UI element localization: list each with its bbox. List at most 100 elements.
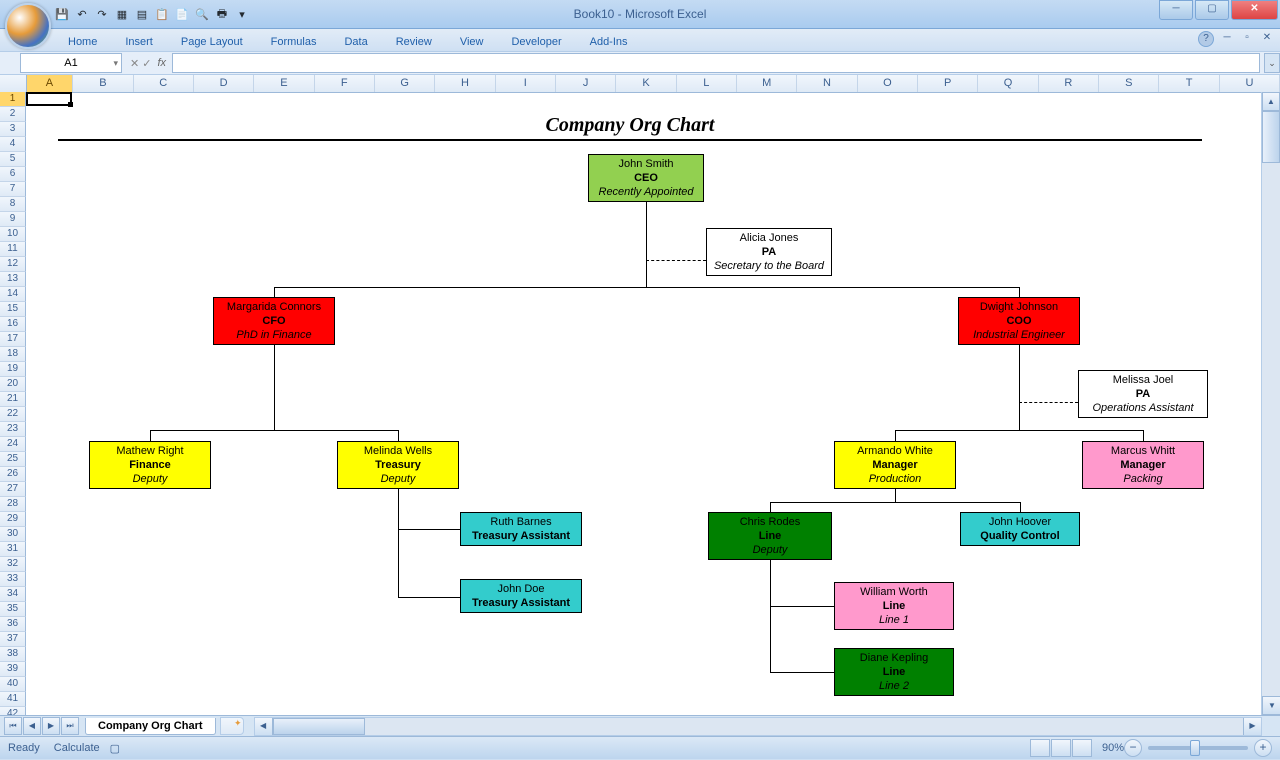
column-header[interactable]: A [27, 75, 74, 92]
row-header[interactable]: 38 [0, 647, 26, 662]
scrollbar-thumb[interactable] [1262, 111, 1280, 163]
org-node-mgrprod[interactable]: Armando WhiteManagerProduction [834, 441, 956, 489]
column-header[interactable]: D [194, 75, 254, 92]
tab-insert[interactable]: Insert [111, 33, 167, 51]
org-node-line2[interactable]: William WorthLineLine 1 [834, 582, 954, 630]
save-icon[interactable]: 💾 [54, 6, 70, 22]
horizontal-scrollbar[interactable]: ◀ ▶ [254, 717, 1262, 736]
name-box[interactable]: A1 [20, 53, 122, 73]
column-header[interactable]: J [556, 75, 616, 92]
column-header[interactable]: O [858, 75, 918, 92]
sheet-tab[interactable]: Company Org Chart [85, 718, 216, 735]
undo-icon[interactable]: ↶ [74, 6, 90, 22]
vertical-scrollbar[interactable]: ▲ ▼ [1261, 92, 1280, 715]
help-icon[interactable]: ? [1198, 31, 1214, 47]
org-node-pa2[interactable]: Melissa JoelPAOperations Assistant [1078, 370, 1208, 418]
chevron-down-icon[interactable]: ▾ [234, 6, 250, 22]
minimize-button[interactable]: ─ [1159, 0, 1193, 20]
row-header[interactable]: 40 [0, 677, 26, 692]
tab-review[interactable]: Review [382, 33, 446, 51]
column-header[interactable]: T [1159, 75, 1219, 92]
org-node-cfo[interactable]: Margarida ConnorsCFOPhD in Finance [213, 297, 335, 345]
tab-addins[interactable]: Add-Ins [576, 33, 642, 51]
row-header[interactable]: 33 [0, 572, 26, 587]
row-header[interactable]: 12 [0, 257, 26, 272]
column-header[interactable]: L [677, 75, 737, 92]
sheet-prev-icon[interactable]: ◀ [23, 717, 41, 735]
normal-view-icon[interactable] [1030, 739, 1050, 757]
column-header[interactable]: P [918, 75, 978, 92]
row-header[interactable]: 39 [0, 662, 26, 677]
scrollbar-thumb[interactable] [273, 718, 365, 735]
macro-record-icon[interactable]: ▢ [110, 742, 120, 755]
row-header[interactable]: 10 [0, 227, 26, 242]
column-header[interactable]: F [315, 75, 375, 92]
new-sheet-icon[interactable] [220, 717, 244, 735]
qat-icon[interactable]: ▤ [134, 6, 150, 22]
row-header[interactable]: 20 [0, 377, 26, 392]
row-header[interactable]: 24 [0, 437, 26, 452]
fx-icon[interactable]: fx [157, 57, 166, 69]
row-header[interactable]: 32 [0, 557, 26, 572]
row-header[interactable]: 27 [0, 482, 26, 497]
tab-home[interactable]: Home [54, 33, 111, 51]
row-header[interactable]: 18 [0, 347, 26, 362]
row-header[interactable]: 6 [0, 167, 26, 182]
row-header[interactable]: 31 [0, 542, 26, 557]
maximize-button[interactable]: ▢ [1195, 0, 1229, 20]
column-header[interactable]: C [134, 75, 194, 92]
close-button[interactable]: ✕ [1231, 0, 1278, 20]
row-header[interactable]: 16 [0, 317, 26, 332]
column-header[interactable]: B [73, 75, 133, 92]
print-preview-icon[interactable]: 🔍 [194, 6, 210, 22]
row-header[interactable]: 13 [0, 272, 26, 287]
org-node-qc[interactable]: John HooverQuality Control [960, 512, 1080, 546]
column-header[interactable]: E [254, 75, 314, 92]
enter-formula-icon[interactable]: ✓ [142, 57, 151, 70]
row-header[interactable]: 3 [0, 122, 26, 137]
row-header[interactable]: 9 [0, 212, 26, 227]
worksheet-grid[interactable]: ABCDEFGHIJKLMNOPQRSTU 123456789101112131… [0, 75, 1280, 715]
row-header[interactable]: 36 [0, 617, 26, 632]
expand-formula-bar-icon[interactable]: ⌄ [1264, 53, 1280, 73]
select-all-corner[interactable] [0, 75, 27, 92]
row-header[interactable]: 25 [0, 452, 26, 467]
office-button[interactable] [5, 3, 51, 49]
print-icon[interactable]: 🖶 [214, 6, 230, 22]
row-header[interactable]: 22 [0, 407, 26, 422]
scroll-down-icon[interactable]: ▼ [1262, 696, 1280, 715]
row-header[interactable]: 21 [0, 392, 26, 407]
scroll-right-icon[interactable]: ▶ [1243, 718, 1261, 735]
sheet-last-icon[interactable]: ⏭ [61, 717, 79, 735]
cancel-formula-icon[interactable]: ✕ [130, 57, 139, 70]
zoom-out-icon[interactable]: − [1124, 739, 1142, 757]
tab-developer[interactable]: Developer [497, 33, 575, 51]
row-header[interactable]: 34 [0, 587, 26, 602]
column-header[interactable]: H [435, 75, 495, 92]
row-header[interactable]: 28 [0, 497, 26, 512]
scroll-left-icon[interactable]: ◀ [255, 718, 273, 735]
org-node-line1[interactable]: Chris RodesLineDeputy [708, 512, 832, 560]
row-header[interactable]: 1 [0, 92, 26, 107]
zoom-in-icon[interactable]: + [1254, 739, 1272, 757]
column-header[interactable]: K [616, 75, 676, 92]
page-break-view-icon[interactable] [1072, 739, 1092, 757]
qat-icon[interactable]: ▦ [114, 6, 130, 22]
formula-input[interactable] [172, 53, 1260, 73]
sheet-next-icon[interactable]: ▶ [42, 717, 60, 735]
tab-data[interactable]: Data [330, 33, 381, 51]
ribbon-minimize-icon[interactable]: ─ [1220, 31, 1234, 45]
row-header[interactable]: 15 [0, 302, 26, 317]
zoom-thumb[interactable] [1190, 740, 1200, 756]
org-node-ceo[interactable]: John SmithCEORecently Appointed [588, 154, 704, 202]
tab-formulas[interactable]: Formulas [257, 33, 331, 51]
row-header[interactable]: 7 [0, 182, 26, 197]
row-header[interactable]: 19 [0, 362, 26, 377]
tab-page-layout[interactable]: Page Layout [167, 33, 257, 51]
row-header[interactable]: 37 [0, 632, 26, 647]
org-node-pa1[interactable]: Alicia JonesPASecretary to the Board [706, 228, 832, 276]
ribbon-close-icon[interactable]: ✕ [1260, 31, 1274, 45]
column-header[interactable]: U [1220, 75, 1280, 92]
row-header[interactable]: 41 [0, 692, 26, 707]
row-header[interactable]: 8 [0, 197, 26, 212]
